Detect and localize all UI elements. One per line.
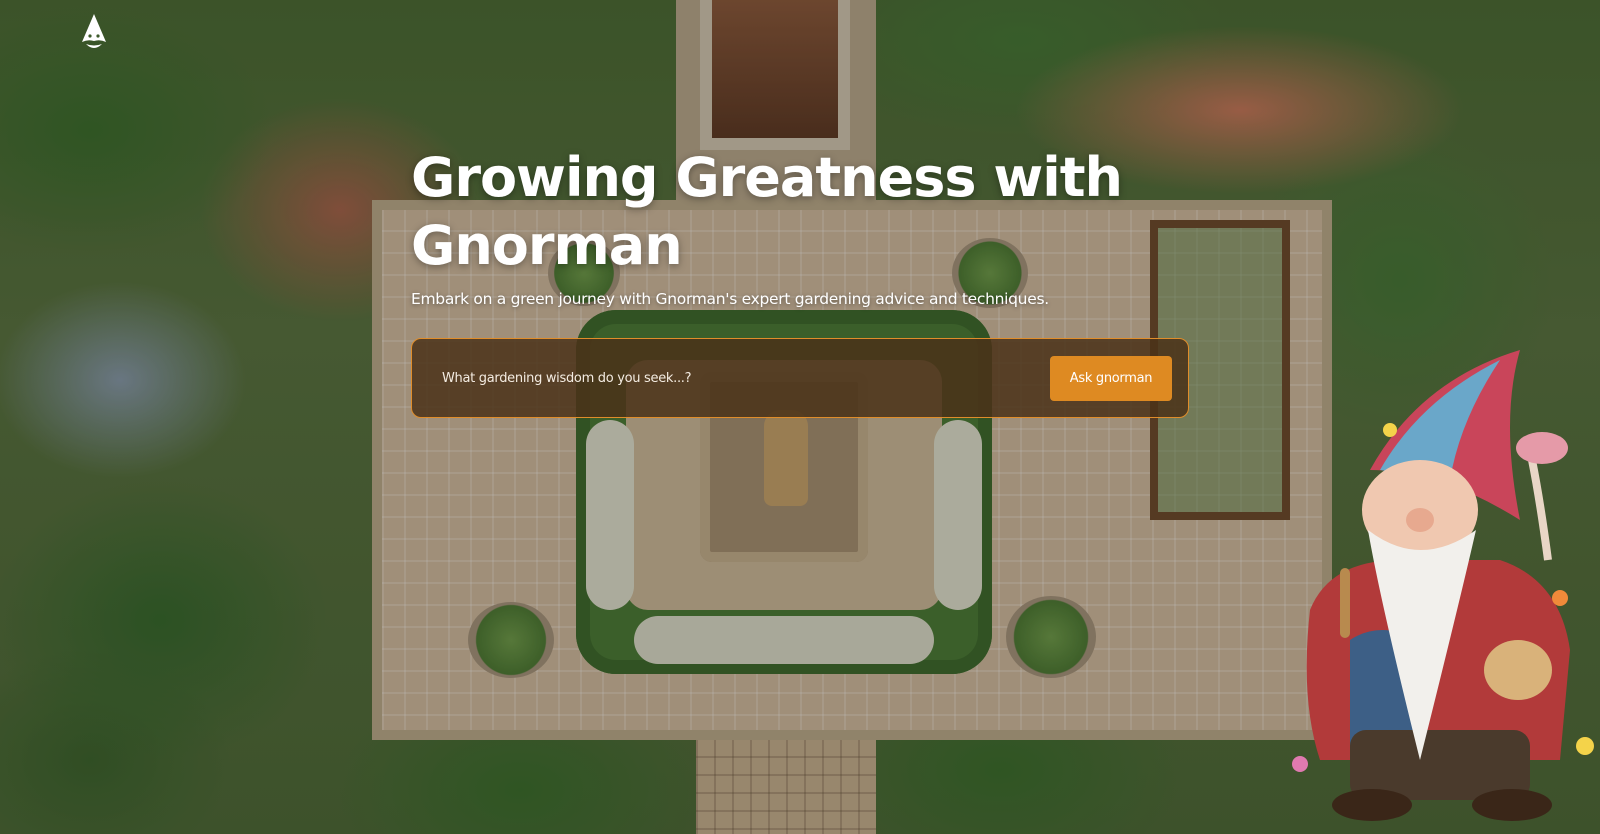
- gnome-hat-logo-icon[interactable]: [78, 12, 110, 54]
- hero-section: Growing Greatness with Gnorman Embark on…: [411, 144, 1211, 310]
- hero-title: Growing Greatness with Gnorman: [411, 146, 1123, 277]
- question-input[interactable]: [432, 356, 1032, 400]
- ask-gnorman-button[interactable]: Ask gnorman: [1050, 356, 1172, 401]
- page: Growing Greatness with Gnorman Embark on…: [0, 0, 1600, 834]
- hero-subtitle: Embark on a green journey with Gnorman's…: [411, 290, 1049, 308]
- ask-panel: Ask gnorman: [411, 338, 1189, 418]
